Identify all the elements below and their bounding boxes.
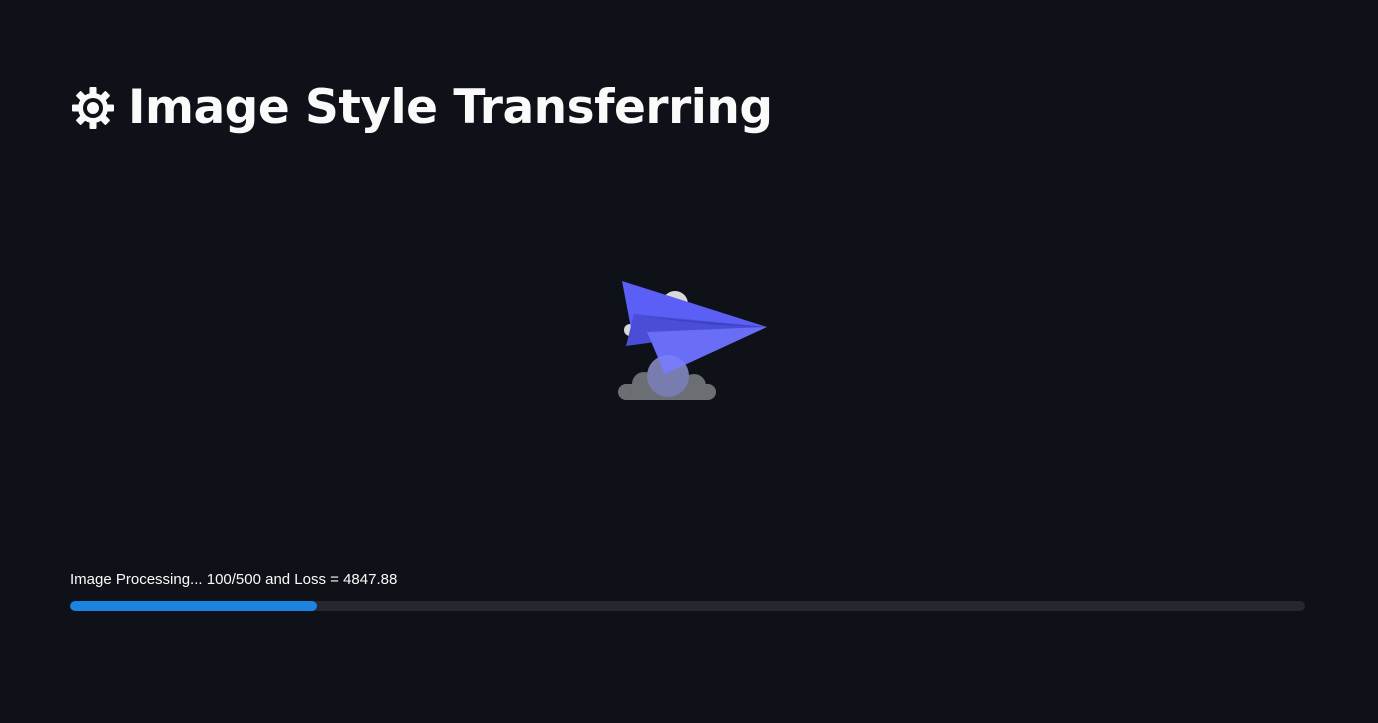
loading-animation	[612, 276, 772, 406]
app-main: Image Style Transferring Image Processin…	[0, 0, 1378, 723]
gear-icon	[70, 85, 116, 131]
progress-status-text: Image Processing... 100/500 and Loss = 4…	[70, 571, 398, 588]
page-title: Image Style Transferring	[128, 80, 773, 135]
page-header: Image Style Transferring	[70, 78, 773, 138]
progress-bar	[70, 601, 1305, 611]
progress-bar-fill	[70, 601, 317, 611]
paper-plane-icon	[618, 281, 767, 400]
